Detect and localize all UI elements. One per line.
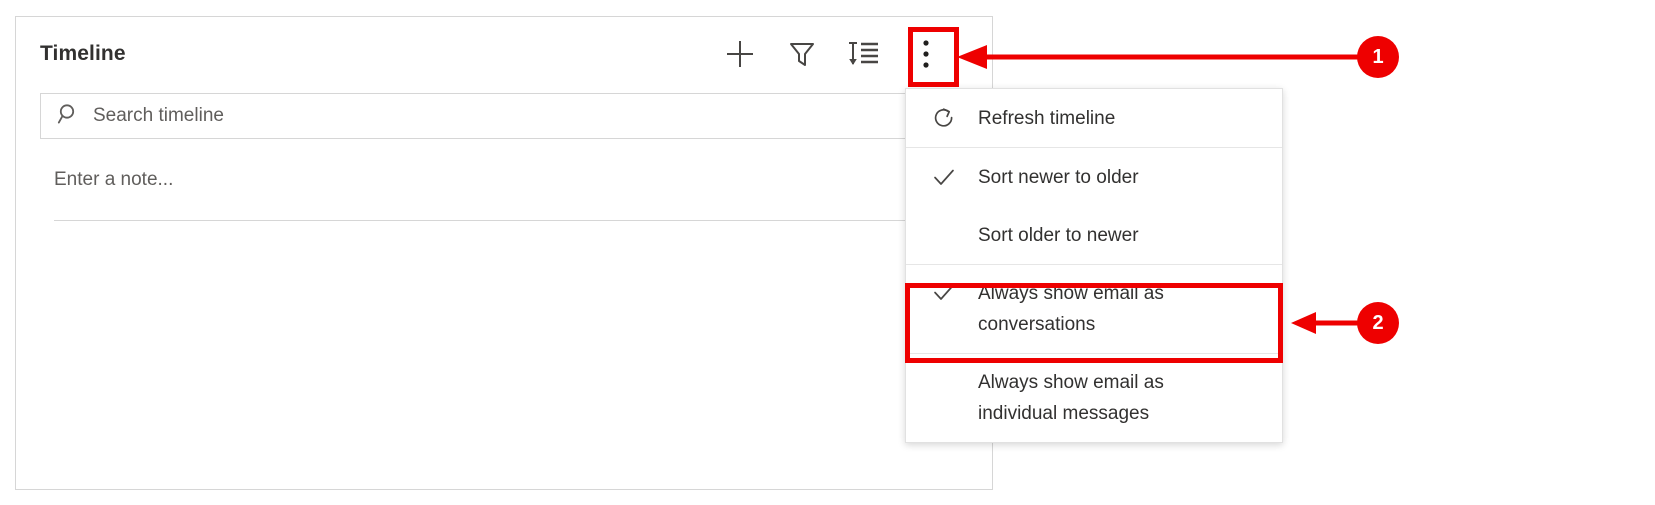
add-record-button[interactable] <box>718 32 762 76</box>
note-row[interactable] <box>54 169 910 221</box>
filter-button[interactable] <box>780 32 824 76</box>
menu-item-sort-newer-to-older[interactable]: Sort newer to older <box>906 148 1282 206</box>
callout-arrow-1 <box>957 45 1360 69</box>
menu-item-refresh-timeline[interactable]: Refresh timeline <box>906 89 1282 147</box>
check-icon <box>932 165 978 189</box>
menu-item-sort-older-to-newer[interactable]: Sort older to newer <box>906 206 1282 264</box>
plus-icon <box>723 37 757 71</box>
search-input[interactable] <box>93 105 493 127</box>
sort-button[interactable] <box>842 32 886 76</box>
more-commands-menu: Refresh timeline Sort newer to older Sor… <box>905 88 1283 443</box>
refresh-icon <box>932 106 978 130</box>
timeline-panel: Timeline <box>15 16 1080 490</box>
vertical-ellipsis-icon <box>922 37 930 71</box>
note-input[interactable] <box>54 169 910 191</box>
menu-item-label: Sort newer to older <box>978 166 1139 188</box>
more-commands-button[interactable] <box>904 32 948 76</box>
page-title: Timeline <box>40 41 126 65</box>
filter-icon <box>787 39 817 69</box>
check-icon-placeholder <box>932 367 978 369</box>
menu-item-label: Always show email as individual messages <box>978 372 1164 424</box>
callout-badge-2: 2 <box>1357 302 1399 344</box>
timeline-header: Timeline <box>16 17 992 90</box>
sort-icon <box>848 39 880 69</box>
check-icon <box>932 278 978 304</box>
menu-item-label: Always show email as conversations <box>978 283 1164 335</box>
timeline-search-row <box>40 93 1080 139</box>
menu-item-label: Refresh timeline <box>978 107 1116 129</box>
timeline-toolbar <box>718 32 984 76</box>
callout-badge-1: 1 <box>1357 36 1399 78</box>
search-icon <box>57 102 81 131</box>
menu-item-label: Sort older to newer <box>978 224 1139 246</box>
menu-item-always-show-email-as-individual-messages[interactable]: Always show email as individual messages <box>906 354 1282 442</box>
menu-item-always-show-email-as-conversations[interactable]: Always show email as conversations <box>906 265 1282 353</box>
